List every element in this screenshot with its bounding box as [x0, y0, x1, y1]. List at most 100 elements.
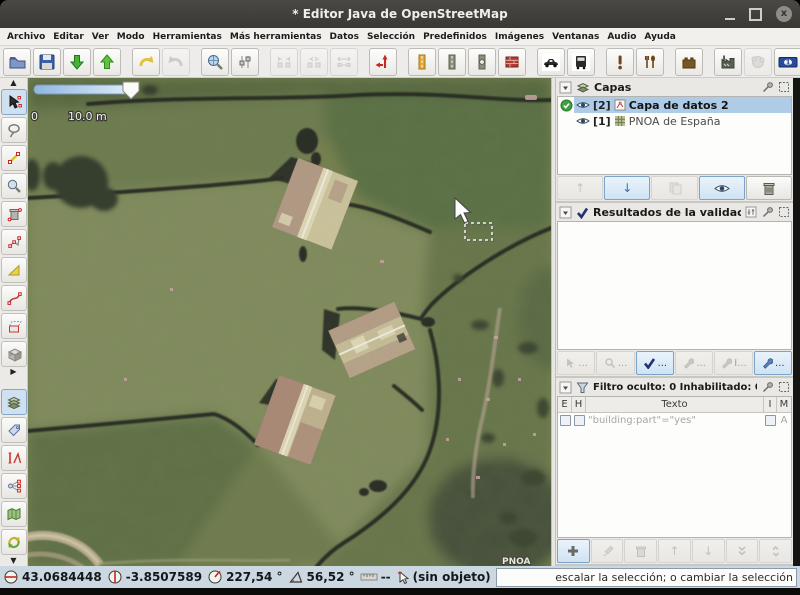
building-tool[interactable] — [1, 341, 27, 367]
menu-seleccion[interactable]: Selección — [363, 32, 419, 42]
menu-audio[interactable]: Audio — [603, 32, 640, 42]
layer-delete-button[interactable] — [746, 176, 792, 200]
filter-edit-button[interactable] — [591, 539, 624, 563]
menu-archivo[interactable]: Archivo — [3, 32, 49, 42]
visibility-eye-icon[interactable] — [576, 100, 590, 110]
scroll-down-icon[interactable]: ▼ — [0, 557, 27, 566]
detach-icon[interactable] — [778, 206, 790, 218]
preset-money-button[interactable]: 1 — [774, 48, 800, 76]
preset-motorway-button[interactable] — [408, 48, 436, 76]
zoom-tool[interactable] — [1, 173, 27, 199]
filter-down-button[interactable]: ↓ — [692, 539, 725, 563]
title-bar[interactable]: * Editor Java de OpenStreetMap x — [0, 0, 800, 28]
preset-car-button[interactable] — [537, 48, 565, 76]
preset-hazard-button[interactable] — [606, 48, 634, 76]
filter-list-area[interactable] — [557, 428, 792, 538]
pin-icon[interactable] — [761, 381, 774, 394]
pin-icon[interactable] — [761, 206, 774, 219]
pin-icon[interactable] — [761, 81, 774, 94]
filter-enabled-checkbox[interactable] — [560, 415, 571, 426]
filter-add-button[interactable] — [557, 539, 590, 563]
menu-herramientas[interactable]: Herramientas — [149, 32, 226, 42]
menu-ver[interactable]: Ver — [88, 32, 113, 42]
select-tool[interactable] — [1, 89, 27, 115]
filter-col-enabled[interactable]: E — [558, 397, 572, 412]
measurement-dialog-toggle[interactable] — [1, 445, 27, 471]
menu-ayuda[interactable]: Ayuda — [640, 32, 679, 42]
preferences-button[interactable] — [231, 48, 259, 76]
download-button[interactable] — [63, 48, 91, 76]
filter-delete-button[interactable] — [624, 539, 657, 563]
preset-works-button[interactable] — [714, 48, 742, 76]
detach-icon[interactable] — [778, 81, 790, 93]
validation-fix-button[interactable]: ... — [675, 351, 713, 375]
menu-ventanas[interactable]: Ventanas — [548, 32, 603, 42]
panel-settings-icon[interactable] — [745, 206, 757, 218]
menu-modo[interactable]: Modo — [113, 32, 149, 42]
reverse-way-button[interactable] — [369, 48, 397, 76]
parallel-way-button[interactable] — [330, 48, 358, 76]
filter-move-bottom-button[interactable] — [726, 539, 759, 563]
layer-down-button[interactable]: ↓ — [604, 176, 650, 200]
draw-node-tool[interactable] — [1, 145, 27, 171]
layer-visibility-button[interactable] — [699, 176, 745, 200]
validation-lookup-button[interactable]: ... — [596, 351, 634, 375]
filter-col-text[interactable]: Texto — [586, 397, 764, 412]
layers-dialog-toggle[interactable] — [1, 389, 27, 415]
detach-icon[interactable] — [778, 381, 790, 393]
minimize-button[interactable] — [725, 9, 735, 20]
filter-sort-button[interactable] — [759, 539, 792, 563]
validation-run-button[interactable]: ... — [636, 351, 674, 375]
merge-nodes-tool[interactable] — [1, 229, 27, 255]
maximize-button[interactable] — [749, 8, 762, 21]
filter-inverted-checkbox[interactable] — [765, 415, 776, 426]
delete-tool[interactable] — [1, 201, 27, 227]
tags-dialog-toggle[interactable] — [1, 417, 27, 443]
preset-landuse-button[interactable] — [498, 48, 526, 76]
visibility-eye-icon[interactable] — [576, 116, 590, 126]
validation-ignore-button[interactable]: I... — [714, 351, 752, 375]
join-way-button[interactable] — [300, 48, 328, 76]
filter-expression[interactable]: "building:part"="yes" — [586, 413, 764, 428]
validation-select-button[interactable]: ... — [557, 351, 595, 375]
validation-results-list[interactable] — [557, 221, 792, 350]
filter-col-mode[interactable]: M — [777, 397, 791, 412]
save-button[interactable] — [33, 48, 61, 76]
extrude-tool[interactable] — [1, 313, 27, 339]
filter-col-hide[interactable]: H — [572, 397, 586, 412]
lasso-tool[interactable] — [1, 117, 27, 143]
changeset-dialog-toggle[interactable] — [1, 529, 27, 555]
preset-castle-button[interactable] — [675, 48, 703, 76]
undo-button[interactable] — [132, 48, 160, 76]
layer-up-button[interactable]: ↑ — [557, 176, 603, 200]
menu-imagenes[interactable]: Imágenes — [491, 32, 548, 42]
close-button[interactable]: x — [776, 6, 792, 22]
preset-road-button[interactable] — [438, 48, 466, 76]
minimap-dialog-toggle[interactable] — [1, 501, 27, 527]
upload-button[interactable] — [93, 48, 121, 76]
preset-restaurant-button[interactable] — [636, 48, 664, 76]
menu-mas-herramientas[interactable]: Más herramientas — [226, 32, 326, 42]
filter-row[interactable]: "building:part"="yes" A — [558, 413, 791, 428]
layer-row-data[interactable]: [2] Capa de datos 2 — [558, 97, 791, 113]
layer-row-imagery[interactable]: [1] PNOA de España — [558, 113, 791, 129]
more-tools-expander[interactable]: ▶ — [10, 368, 16, 377]
angle-snap-tool[interactable] — [1, 257, 27, 283]
search-button[interactable] — [201, 48, 229, 76]
preset-junction-button[interactable] — [468, 48, 496, 76]
scroll-up-icon[interactable]: ▲ — [10, 79, 16, 88]
map-canvas[interactable]: 0 10.0 m PNOA — [28, 78, 551, 566]
redo-button[interactable] — [162, 48, 190, 76]
preset-disabled-button[interactable] — [744, 48, 772, 76]
filter-hide-checkbox[interactable] — [574, 415, 585, 426]
validation-preferences-button[interactable]: ... — [754, 351, 792, 375]
open-button[interactable] — [3, 48, 31, 76]
layer-merge-button[interactable] — [651, 176, 697, 200]
layers-list[interactable]: [2] Capa de datos 2 [1] PNOA de España — [557, 96, 792, 175]
menu-editar[interactable]: Editar — [49, 32, 88, 42]
filter-up-button[interactable]: ↑ — [658, 539, 691, 563]
panel-menu-icon[interactable] — [559, 206, 572, 219]
unglue-way-button[interactable] — [270, 48, 298, 76]
menu-predefinidos[interactable]: Predefinidos — [419, 32, 491, 42]
panel-menu-icon[interactable] — [559, 381, 572, 394]
